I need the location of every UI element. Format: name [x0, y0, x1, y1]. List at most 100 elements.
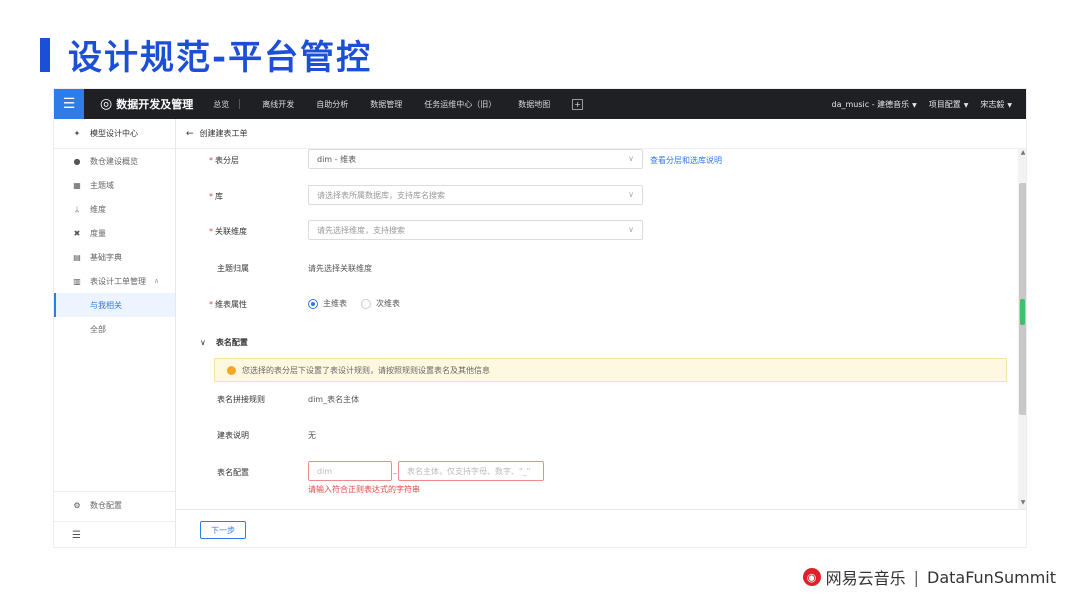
top-navigation: ☰ ◎ 数据开发及管理 总览 离线开发 自助分析 数据管理 任务运维中心（旧） … [54, 89, 1026, 119]
db-label: * 库 [209, 191, 223, 202]
add-tab-icon[interactable]: + [572, 98, 584, 110]
attr-label-text: 维表属性 [215, 300, 247, 309]
table-icon: ▥ [73, 276, 81, 286]
db-select-placeholder: 请选择表所属数据库，支持库名搜索 [317, 190, 445, 200]
radio-primary-dim-label[interactable]: 主维表 [323, 298, 347, 309]
scroll-up-icon[interactable]: ▲ [1018, 149, 1026, 159]
db-select[interactable]: 请选择表所属数据库，支持库名搜索 ∨ [308, 185, 643, 205]
chevron-up-icon: ∧ [154, 277, 160, 285]
layer-label-text: 表分层 [215, 156, 239, 165]
sidebar-item-dictionary[interactable]: ▤ 基础字典 [54, 245, 175, 269]
radio-primary-dim[interactable] [308, 298, 318, 309]
validation-error: 请输入符合正则表达式的字符串 [308, 485, 420, 494]
title-accent-bar [40, 38, 50, 72]
app-logo-icon: ◎ [100, 96, 113, 112]
nav-item-data-management[interactable]: 数据管理 [370, 99, 402, 110]
footer-separator: | [913, 567, 919, 587]
page-header: ← 创建建表工单 [176, 119, 1026, 149]
table-body-input[interactable]: 表名主体，仅支持字母、数字、"_" [398, 461, 544, 481]
sidebar-collapse-icon[interactable]: ☰ [54, 521, 175, 547]
nav-item-self-analysis[interactable]: 自助分析 [316, 99, 348, 110]
menu-icon[interactable]: ☰ [54, 89, 84, 119]
rule-label: 表名拼接规则 [217, 395, 265, 404]
tree-icon: ᛦ [74, 204, 80, 214]
nav-item-offline-dev[interactable]: 离线开发 [262, 99, 294, 110]
theme-value: 请先选择关联维度 [308, 264, 372, 273]
chevron-down-icon: ∨ [200, 338, 206, 347]
layer-label: * 表分层 [209, 155, 239, 166]
sidebar-item-theme-domain[interactable]: ▦ 主题域 [54, 173, 175, 197]
user-name: 宋志毅 [980, 99, 1005, 109]
create-table-form: * 表分层 dim - 维表 ∨ 查看分层和选库说明 * 库 请选择表所属数据库，支… [176, 149, 1018, 509]
page-title: 创建建表工单 [199, 129, 248, 138]
nav-item-overview[interactable]: 总览 [213, 99, 229, 110]
sidebar-header: ✦ 模型设计中心 [54, 119, 175, 149]
chevron-down-icon: ▼ [1007, 101, 1012, 109]
nav-item-data-map[interactable]: 数据地图 [518, 99, 550, 110]
sidebar-item-dimension[interactable]: ᛦ 维度 [54, 197, 175, 221]
main-content: ← 创建建表工单 * 表分层 dim - 维表 ∨ 查看分层和选库说明 * 库 请选… [176, 119, 1026, 547]
sidebar-item-label: 度量 [90, 228, 106, 238]
sidebar-subitem-mine[interactable]: 与我相关 [54, 293, 175, 317]
project-name: da_music - 建德音乐 [831, 99, 910, 109]
section-title: 表名配置 [215, 338, 248, 347]
db-label-text: 库 [215, 192, 223, 201]
table-name-section-header[interactable]: ∨ 表名配置 [200, 337, 248, 348]
required-mark: * [209, 300, 213, 309]
layer-select-value: dim - 维表 [317, 154, 357, 164]
required-mark: * [209, 156, 213, 165]
project-config-label: 项目配置 [928, 99, 961, 109]
chevron-down-icon: ∨ [628, 225, 634, 234]
measure-icon: ✖ [73, 228, 81, 238]
sidebar-item-table-design-orders[interactable]: ▥ 表设计工单管理 ∧ [54, 269, 175, 293]
rule-notice: 您选择的表分层下设置了表设计规则，请按照规则设置表名及其他信息 [214, 358, 1007, 382]
dict-icon: ▤ [73, 252, 81, 262]
project-config-menu[interactable]: 项目配置 ▼ [929, 99, 969, 110]
table-prefix-input[interactable]: dim [308, 461, 392, 481]
sidebar-item-label: 维度 [90, 204, 106, 214]
desc-value: 无 [308, 431, 316, 440]
sidebar-item-measure[interactable]: ✖ 度量 [54, 221, 175, 245]
next-step-button[interactable]: 下一步 [200, 521, 246, 539]
chevron-down-icon: ▼ [912, 101, 917, 109]
dimension-select-placeholder: 请先选择维度，支持搜索 [317, 225, 405, 235]
sidebar-item-warehouse-config[interactable]: ⚙ 数仓配置 [54, 491, 175, 519]
attr-radio-group: 主维表 次维表 [308, 298, 414, 309]
nav-right-group: da_music - 建德音乐 ▼ 项目配置 ▼ 宋志毅 ▼ [820, 89, 1012, 119]
sidebar-item-label: 表设计工单管理 [90, 276, 146, 286]
radio-secondary-dim-label[interactable]: 次维表 [376, 298, 400, 309]
required-mark: * [209, 192, 213, 201]
back-arrow-icon[interactable]: ← [186, 129, 194, 139]
sidebar-subitem-all[interactable]: 全部 [54, 317, 175, 341]
grid-icon: ▦ [73, 180, 81, 190]
nav-item-ops-center-old[interactable]: 任务运维中心（旧） [424, 99, 496, 110]
required-mark: * [209, 227, 213, 236]
model-center-icon: ✦ [73, 129, 81, 138]
name-config-label: 表名配置 [217, 468, 249, 477]
dimension-select[interactable]: 请先选择维度，支持搜索 ∨ [308, 220, 643, 240]
app-name: 数据开发及管理 [116, 98, 194, 111]
dimension-label: * 关联维度 [209, 226, 247, 237]
scrollbar[interactable]: ▲ ▼ [1018, 149, 1026, 509]
gear-icon: ⚙ [73, 501, 81, 510]
project-selector[interactable]: da_music - 建德音乐 ▼ [832, 99, 917, 110]
layer-select[interactable]: dim - 维表 ∨ [308, 149, 643, 169]
scroll-indicator [1020, 299, 1025, 325]
footer-brand: 网易云音乐 [825, 569, 906, 588]
sidebar-item-overview[interactable]: ● 数仓建设概览 [54, 149, 175, 173]
footer-event: DataFunSummit [927, 567, 1056, 587]
radio-secondary-dim[interactable] [361, 298, 371, 309]
desc-label: 建表说明 [217, 431, 249, 440]
slide-title: 设计规范-平台管控 [68, 38, 373, 78]
rule-value: dim_表名主体 [308, 395, 360, 404]
layer-help-link[interactable]: 查看分层和选库说明 [650, 155, 722, 166]
dimension-label-text: 关联维度 [215, 227, 247, 236]
attr-label: * 维表属性 [209, 299, 247, 310]
app-brand[interactable]: ◎ 数据开发及管理 [100, 96, 193, 112]
sidebar-item-label: 基础字典 [90, 252, 122, 262]
sidebar-item-label: 数仓配置 [90, 501, 122, 510]
slide-footer: ◉ 网易云音乐 | DataFunSummit [802, 565, 1056, 589]
user-menu[interactable]: 宋志毅 ▼ [980, 99, 1012, 110]
scroll-down-icon[interactable]: ▼ [1018, 499, 1026, 509]
netease-music-logo-icon: ◉ [802, 568, 821, 586]
